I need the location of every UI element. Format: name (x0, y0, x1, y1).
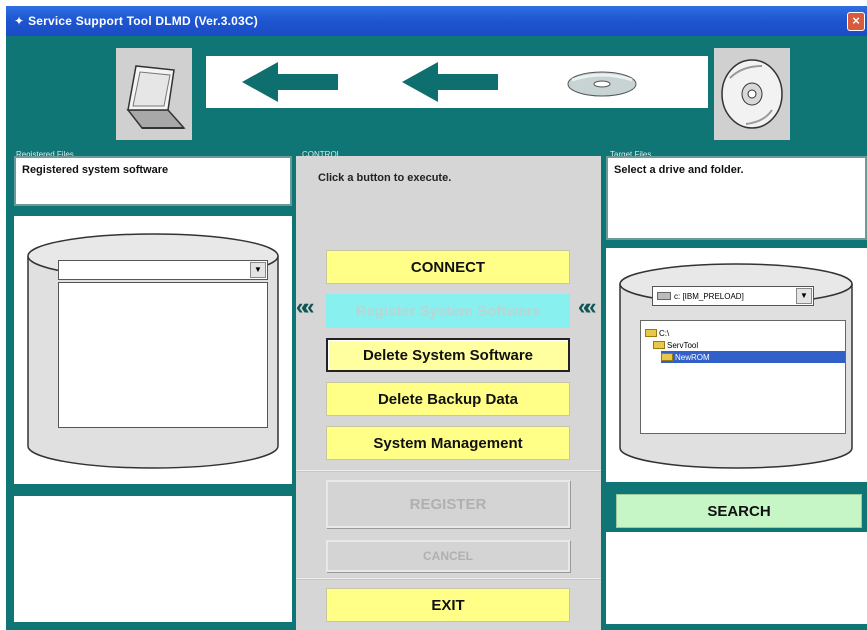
folder-tree[interactable]: C:\ ServTool NewROM (640, 320, 846, 434)
tree-item-label: ServTool (667, 340, 699, 350)
target-files-area: c: [IBM_PRELOAD] ▼ C:\ ServTool NewROM (606, 248, 867, 482)
app-icon: ✦ (14, 14, 25, 28)
software-select[interactable]: ▼ (58, 260, 268, 280)
right-info-box (606, 532, 867, 624)
folder-open-icon (661, 353, 673, 361)
drive-select-value: c: [IBM_PRELOAD] (674, 291, 744, 301)
left-info-box (14, 496, 292, 622)
cd-disc-icon (567, 71, 637, 97)
close-button[interactable]: × (847, 12, 865, 31)
banner (12, 46, 867, 142)
tree-item-selected[interactable]: NewROM (661, 351, 845, 363)
right-panel-header: Select a drive and folder. (606, 156, 867, 240)
double-chevron-left-icon: «« (578, 294, 597, 319)
system-management-button[interactable]: System Management (326, 426, 570, 460)
cancel-button[interactable]: CANCEL (326, 540, 570, 572)
control-hint: Click a button to execute. (318, 172, 452, 184)
folder-open-icon (645, 329, 657, 337)
registered-files-panel: Registered system software ▼ (14, 156, 292, 626)
tree-item[interactable]: C:\ (645, 327, 669, 339)
arrow-left-icon (242, 62, 338, 102)
drive-icon (657, 292, 671, 300)
cd-disc-icon (714, 48, 790, 140)
register-button[interactable]: REGISTER (326, 480, 570, 528)
chevron-down-icon[interactable]: ▼ (250, 262, 266, 278)
laptop-icon (116, 48, 192, 140)
control-panel: Click a button to execute. CONNECT Regis… (296, 156, 601, 630)
delete-system-software-button[interactable]: Delete System Software (326, 338, 570, 372)
left-panel-header: Registered system software (14, 156, 292, 206)
folder-open-icon (653, 341, 665, 349)
registered-files-area: ▼ (14, 216, 292, 484)
app-window: Registered Files Registered system softw… (6, 36, 867, 630)
transfer-arrow-strip (206, 56, 708, 108)
arrow-left-icon (402, 62, 498, 102)
window-title: Service Support Tool DLMD (Ver.3.03C) (28, 14, 258, 28)
double-chevron-left-icon: «« (296, 294, 315, 319)
drive-select[interactable]: c: [IBM_PRELOAD] ▼ (652, 286, 814, 306)
tree-item[interactable]: ServTool (653, 339, 698, 351)
exit-button[interactable]: EXIT (326, 588, 570, 622)
title-bar: ✦ Service Support Tool DLMD (Ver.3.03C) … (6, 6, 867, 36)
target-files-panel: Select a drive and folder. c: [IBM_PRELO… (606, 156, 867, 626)
software-list[interactable] (58, 282, 268, 428)
delete-backup-data-button[interactable]: Delete Backup Data (326, 382, 570, 416)
search-button[interactable]: SEARCH (616, 494, 862, 528)
tree-item-label: NewROM (675, 352, 710, 362)
chevron-down-icon[interactable]: ▼ (796, 288, 812, 304)
divider (296, 578, 601, 580)
register-system-software-button[interactable]: Register System Software (326, 294, 570, 328)
connect-button[interactable]: CONNECT (326, 250, 570, 284)
tree-item-label: C:\ (659, 328, 670, 338)
divider (296, 470, 601, 472)
